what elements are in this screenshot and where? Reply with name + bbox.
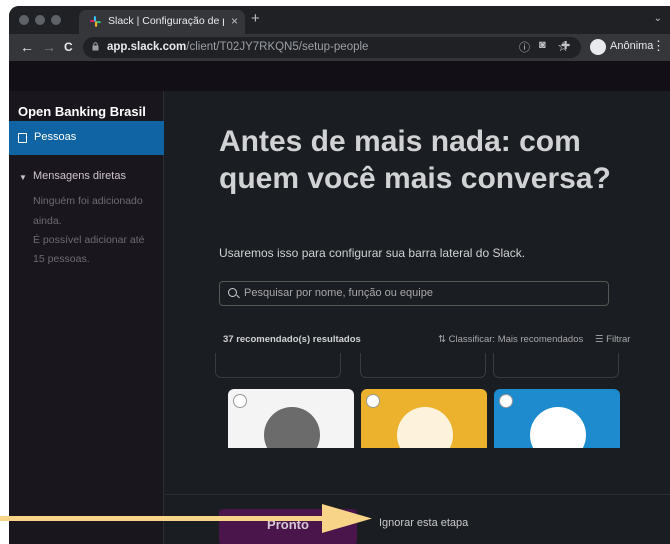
dm-note-line: 15 pessoas.: [33, 253, 90, 265]
dm-section-header[interactable]: Mensagens diretas: [33, 170, 126, 182]
address-bar[interactable]: app.slack.com/client/T02JY7RKQN5/setup-p…: [83, 37, 581, 58]
slack-favicon-icon: [90, 16, 101, 27]
url-host: app.slack.com: [107, 41, 187, 53]
camera-icon[interactable]: ◙: [539, 39, 546, 51]
minimize-window-button[interactable]: [35, 15, 45, 25]
dm-note-line: É possível adicionar até: [33, 234, 145, 246]
person-card[interactable]: [494, 389, 620, 448]
slack-top-bar: [9, 61, 670, 91]
results-count: 37 recomendado(s) resultados: [223, 334, 361, 345]
contact-card-icon: [18, 133, 27, 143]
tab-search-chevron-icon[interactable]: ⌄: [654, 13, 662, 24]
url-path: /client/T02JY7RKQN5/setup-people: [186, 41, 369, 53]
dm-note-line: ainda.: [33, 215, 62, 227]
sidebar-item-pessoas[interactable]: Pessoas: [9, 121, 164, 155]
incognito-icon[interactable]: [590, 39, 606, 55]
maximize-window-button[interactable]: [51, 15, 61, 25]
page-title: Antes de mais nada: com quem você mais c…: [219, 125, 611, 195]
url-text: app.slack.com/client/T02JY7RKQN5/setup-p…: [107, 41, 368, 53]
select-person-checkbox[interactable]: [233, 394, 247, 408]
tab-title: Slack | Configuração de pessoas: [108, 15, 224, 27]
back-button[interactable]: ←: [20, 39, 34, 55]
avatar: [397, 407, 453, 448]
sort-dropdown[interactable]: ⇅ Classificar: Mais recomendados: [438, 334, 583, 345]
browser-window: Slack | Configuração de pessoas × + ⌄ ← …: [9, 6, 670, 544]
skip-step-link[interactable]: Ignorar esta etapa: [379, 517, 468, 529]
filter-label: Filtrar: [606, 334, 631, 345]
search-placeholder: Pesquisar por nome, função ou equipe: [244, 287, 433, 299]
setup-main: Antes de mais nada: com quem você mais c…: [165, 91, 670, 544]
person-card[interactable]: [361, 389, 487, 448]
sort-label: Classificar: Mais recomendados: [448, 334, 584, 345]
select-person-checkbox[interactable]: [499, 394, 513, 408]
search-icon: [228, 288, 237, 297]
forward-button[interactable]: →: [42, 39, 56, 55]
tab-bar: Slack | Configuração de pessoas × + ⌄: [9, 6, 670, 34]
avatar: [264, 407, 320, 448]
people-grid: [215, 353, 670, 448]
page-subtitle: Usaremos isso para configurar sua barra …: [219, 246, 526, 260]
person-card-prev[interactable]: [493, 353, 619, 378]
dm-note-line: Ninguém foi adicionado: [33, 195, 143, 207]
tab-slack[interactable]: Slack | Configuração de pessoas ×: [79, 10, 245, 34]
sidebar: Open Banking Brasil Pessoas ▼ Mensagens …: [9, 91, 164, 544]
person-card[interactable]: [228, 389, 354, 448]
workspace-name[interactable]: Open Banking Brasil: [18, 104, 146, 119]
extension-icon[interactable]: ✚: [561, 39, 570, 52]
profile-label[interactable]: Anônima: [610, 40, 653, 52]
lock-icon: [92, 42, 99, 51]
person-card-prev[interactable]: [360, 353, 486, 378]
avatar: [530, 407, 586, 448]
search-input[interactable]: Pesquisar por nome, função ou equipe: [219, 281, 609, 306]
browser-menu-icon[interactable]: ⋮: [652, 38, 665, 54]
reload-button[interactable]: C: [64, 39, 73, 55]
new-tab-button[interactable]: +: [251, 10, 260, 27]
select-person-checkbox[interactable]: [366, 394, 380, 408]
person-card-prev[interactable]: [215, 353, 341, 378]
tab-close-icon[interactable]: ×: [231, 14, 238, 28]
sidebar-item-label: Pessoas: [34, 131, 77, 143]
annotation-arrow-icon: [0, 504, 372, 533]
browser-toolbar: ← → C app.slack.com/client/T02JY7RKQN5/s…: [9, 34, 670, 61]
filter-icon: ☰: [595, 334, 607, 345]
filter-button[interactable]: ☰ Filtrar: [595, 334, 630, 345]
caret-down-icon[interactable]: ▼: [19, 173, 27, 182]
info-icon[interactable]: ⓘ: [519, 39, 530, 55]
close-window-button[interactable]: [19, 15, 29, 25]
sort-icon: ⇅: [438, 334, 449, 345]
